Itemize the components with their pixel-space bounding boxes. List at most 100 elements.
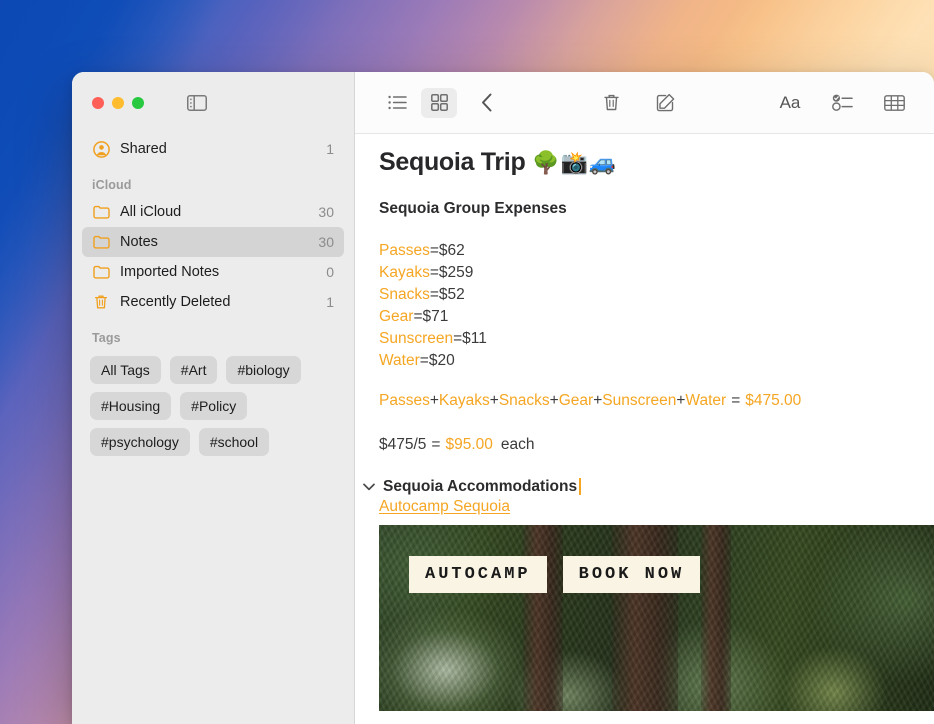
sum-term: Sunscreen [602, 391, 677, 409]
sum-plus: + [593, 391, 603, 409]
sum-formula-line: Passes+Kayaks+Snacks+Gear+Sunscreen+Wate… [379, 390, 910, 412]
zoom-button[interactable] [132, 97, 144, 109]
gallery-view-icon[interactable] [421, 87, 457, 118]
per-person-equals: = [431, 435, 441, 453]
expense-list: Passes=$62 Kayaks=$259 Snacks=$52 Gear=$… [379, 240, 910, 372]
sidebar-icloud-list: All iCloud 30 Notes 30 Imported Notes 0 … [72, 197, 354, 317]
expense-equals: = [429, 263, 439, 281]
sidebar-item-recently-deleted[interactable]: Recently Deleted 1 [82, 287, 344, 317]
expense-row: Snacks=$52 [379, 284, 910, 306]
sidebar-section-header-icloud: iCloud [92, 178, 132, 192]
expense-value: $20 [428, 351, 455, 369]
format-aa-label: Aa [779, 92, 801, 112]
sidebar-item-count: 30 [318, 234, 334, 250]
close-button[interactable] [92, 97, 104, 109]
sum-total: $475.00 [745, 391, 802, 409]
sum-term: Kayaks [438, 391, 490, 409]
tag-pill-biology[interactable]: #biology [226, 356, 301, 384]
sidebar-item-count: 30 [318, 204, 334, 220]
tag-pill-school[interactable]: #school [198, 428, 270, 456]
format-aa-icon[interactable]: Aa [772, 88, 808, 118]
expense-name: Snacks [379, 285, 430, 303]
trash-icon[interactable] [594, 88, 630, 118]
back-chevron-icon[interactable] [469, 88, 505, 118]
tag-pill-housing[interactable]: #Housing [90, 392, 172, 420]
toolbar-format-group: Aa [772, 88, 912, 118]
expense-value: $71 [422, 307, 449, 325]
sidebar-item-label: Shared [120, 141, 167, 157]
note-title[interactable]: Sequoia Trip 🌳📸🚙 [379, 148, 910, 178]
checklist-icon[interactable] [824, 88, 860, 118]
sidebar-item-all-icloud[interactable]: All iCloud 30 [82, 197, 344, 227]
expense-name: Gear [379, 307, 414, 325]
note-subtitle: Sequoia Group Expenses [379, 199, 567, 217]
section-heading: Sequoia Accommodations [383, 477, 582, 496]
expense-equals: = [429, 285, 439, 303]
per-person-suffix: each [500, 435, 535, 453]
traffic-lights [92, 97, 144, 109]
tag-pill-art[interactable]: #Art [169, 356, 218, 384]
expense-equals: = [419, 351, 429, 369]
expense-row: Gear=$71 [379, 306, 910, 328]
tags-list: All Tags #Art #biology #Housing #Policy … [72, 350, 354, 456]
expense-value: $259 [438, 263, 474, 281]
sum-term: Water [685, 391, 727, 409]
sidebar-toggle-icon[interactable] [184, 93, 210, 113]
note-content[interactable]: Sequoia Trip 🌳📸🚙 Sequoia Group Expenses … [355, 134, 934, 724]
shared-person-icon [92, 140, 110, 158]
expense-equals: = [429, 241, 439, 259]
expense-value: $11 [462, 329, 487, 347]
sum-equals: = [731, 391, 741, 409]
expense-row: Sunscreen=$11 [379, 328, 910, 350]
book-now-badge[interactable]: BOOK NOW [562, 555, 701, 593]
sidebar: Shared 1 iCloud All iCloud 30 Notes 30 I… [72, 72, 355, 724]
per-person-result: $95.00 [445, 435, 493, 453]
sidebar-item-shared[interactable]: Shared 1 [82, 134, 344, 164]
expense-row: Water=$20 [379, 350, 910, 372]
expense-name: Kayaks [379, 263, 430, 281]
autocamp-link[interactable]: Autocamp Sequoia [379, 498, 510, 516]
sum-plus: + [489, 391, 499, 409]
section-heading-text: Sequoia Accommodations [383, 477, 578, 495]
minimize-button[interactable] [112, 97, 124, 109]
sum-term: Passes [379, 391, 430, 409]
sum-plus: + [429, 391, 439, 409]
preview-badges: AUTOCAMP BOOK NOW [409, 555, 701, 593]
sidebar-item-label: Recently Deleted [120, 294, 231, 310]
expense-name: Passes [379, 241, 430, 259]
sidebar-item-count: 1 [326, 294, 334, 310]
table-icon[interactable] [876, 88, 912, 118]
expense-equals: = [413, 307, 423, 325]
folder-icon [92, 263, 110, 281]
text-cursor [579, 478, 582, 495]
sidebar-item-label: All iCloud [120, 204, 182, 220]
sidebar-item-label: Notes [120, 234, 158, 250]
window-titlebar [72, 72, 354, 134]
note-text-block: Sequoia Trip 🌳📸🚙 Sequoia Group Expenses … [355, 148, 934, 525]
autocamp-badge[interactable]: AUTOCAMP [409, 555, 547, 593]
sum-term: Snacks [498, 391, 550, 409]
chevron-down-icon[interactable] [362, 480, 376, 494]
expense-value: $62 [438, 241, 465, 259]
note-toolbar: Aa [355, 72, 934, 134]
list-view-icon[interactable] [379, 88, 415, 118]
tag-pill-all-tags[interactable]: All Tags [90, 356, 161, 384]
sidebar-item-count: 1 [326, 141, 334, 157]
sum-plus: + [549, 391, 559, 409]
foliage-texture [379, 524, 934, 711]
sidebar-item-notes[interactable]: Notes 30 [82, 227, 344, 257]
tag-pill-psychology[interactable]: #psychology [90, 428, 190, 456]
compose-icon[interactable] [648, 88, 684, 118]
tag-pill-policy[interactable]: #Policy [180, 392, 248, 420]
expense-name: Sunscreen [379, 329, 454, 347]
sidebar-item-count: 0 [326, 264, 334, 280]
sidebar-item-imported-notes[interactable]: Imported Notes 0 [82, 257, 344, 287]
toolbar-view-group [379, 87, 505, 118]
link-preview-image[interactable]: AUTOCAMP BOOK NOW [379, 524, 934, 711]
sidebar-top-list: Shared 1 [72, 134, 354, 164]
expense-value: $52 [438, 285, 465, 303]
collapsible-heading-row[interactable]: Sequoia Accommodations [362, 478, 910, 496]
toolbar-actions-group [594, 88, 684, 118]
note-title-emoji: 🌳📸🚙 [532, 150, 618, 175]
expense-row: Passes=$62 [379, 240, 910, 262]
